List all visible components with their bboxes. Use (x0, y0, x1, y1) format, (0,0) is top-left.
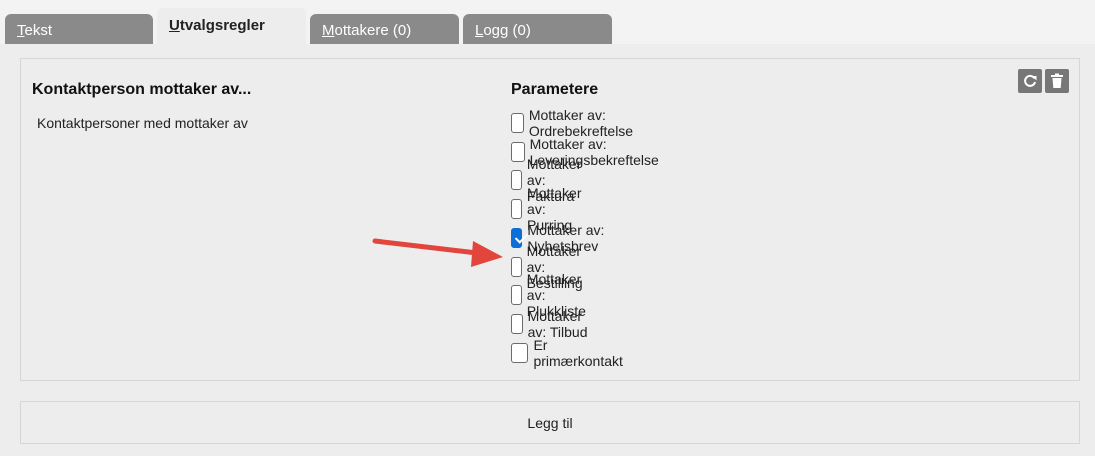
tab-logg-label: ogg (0) (483, 22, 531, 39)
tab-logg[interactable]: Logg (0) (463, 14, 612, 44)
tab-tekst-label: ekst (24, 22, 53, 39)
refresh-button[interactable] (1018, 69, 1042, 93)
add-button[interactable]: Legg til (20, 401, 1080, 444)
tab-content: Kontaktperson mottaker av... Kontaktpers… (0, 44, 1095, 456)
tab-tekst[interactable]: Tekst (5, 14, 153, 44)
annotation-arrow-icon (372, 238, 503, 267)
refresh-icon (1024, 74, 1037, 87)
delete-button[interactable] (1045, 69, 1069, 93)
rule-panel: Kontaktperson mottaker av... Kontaktpers… (20, 58, 1080, 381)
param-plukkliste[interactable]: Mottaker av: Plukkliste (511, 271, 595, 319)
checkbox[interactable] (511, 113, 524, 133)
trash-icon (1051, 73, 1063, 88)
checkbox[interactable] (511, 343, 529, 363)
tab-utvalgsregler-mnemonic: U (169, 17, 180, 34)
param-tilbud[interactable]: Mottaker av: Tilbud (511, 308, 590, 340)
checkbox-checked[interactable] (511, 228, 523, 248)
tab-utvalgsregler[interactable]: Utvalgsregler (157, 8, 306, 44)
tab-mottakere-mnemonic: M (322, 22, 335, 39)
parameters-title: Parametere (511, 81, 599, 98)
param-purring[interactable]: Mottaker av: Purring (511, 185, 590, 233)
param-primaerkontakt[interactable]: Er primærkontakt (511, 337, 625, 369)
add-button-label: Legg til (527, 414, 573, 431)
param-label: Er primærkontakt (533, 337, 623, 369)
checkbox[interactable] (511, 314, 523, 334)
tab-tekst-mnemonic: T (17, 22, 25, 39)
tab-bar: Tekst Utvalgsregler Mottakere (0) Logg (… (0, 0, 1095, 44)
checkbox[interactable] (511, 199, 523, 219)
rule-description: Kontaktpersoner med mottaker av (37, 115, 248, 131)
param-ordrebekreftelse[interactable]: Mottaker av: Ordrebekreftelse (511, 107, 640, 139)
checkbox[interactable] (511, 142, 525, 162)
tab-mottakere[interactable]: Mottakere (0) (310, 14, 459, 44)
checkbox[interactable] (511, 285, 522, 305)
param-label: Mottaker av: Ordrebekreftelse (528, 107, 634, 139)
checkbox[interactable] (511, 257, 522, 277)
tab-utvalgsregler-label: tvalgsregler (179, 17, 265, 34)
rule-title: Kontaktperson mottaker av... (32, 81, 252, 98)
checkbox[interactable] (511, 170, 522, 190)
tab-mottakere-label: ottakere (0) (334, 22, 412, 39)
param-label: Mottaker av: Tilbud (527, 308, 588, 340)
